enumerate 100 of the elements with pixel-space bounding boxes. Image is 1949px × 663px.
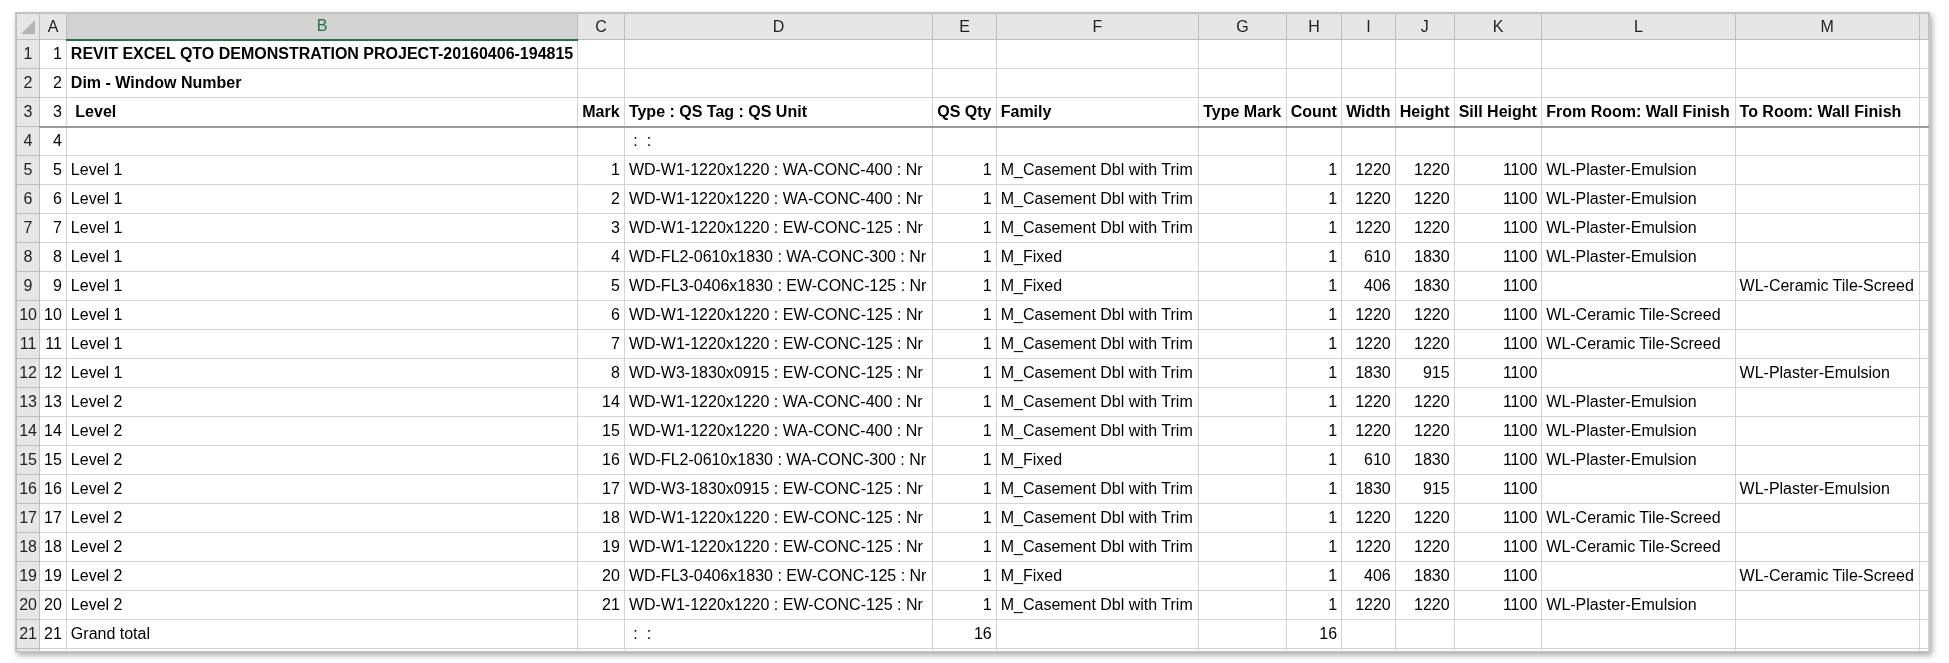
table-cell: 1220 <box>1395 213 1455 243</box>
table-cell: 15 <box>577 416 625 446</box>
row-header[interactable]: 12 <box>16 358 40 388</box>
table-cell: 1 <box>1286 387 1342 417</box>
column-header[interactable]: C <box>577 13 625 40</box>
table-cell: WL-Plaster-Emulsion <box>1735 358 1920 388</box>
select-all-icon[interactable] <box>21 19 36 34</box>
table-cell: 1220 <box>1341 184 1396 214</box>
table-cell: 3 <box>39 97 67 127</box>
table-cell: 915 <box>1395 358 1455 388</box>
table-cell: WD-FL3-0406x1830 : EW-CONC-125 : Nr <box>624 561 933 591</box>
row-header[interactable]: 15 <box>16 445 40 475</box>
row-header[interactable]: 14 <box>16 416 40 446</box>
table-cell: 1220 <box>1341 590 1396 620</box>
row-header[interactable]: 19 <box>16 561 40 591</box>
table-cell: 8 <box>39 242 67 272</box>
column-header[interactable]: A <box>39 13 67 40</box>
row-header[interactable]: 21 <box>16 619 40 649</box>
table-cell: 1100 <box>1454 474 1542 504</box>
table-cell: 1830 <box>1341 474 1396 504</box>
column-header[interactable]: D <box>624 13 933 40</box>
row-header[interactable]: 11 <box>16 329 40 359</box>
column-header[interactable]: I <box>1341 13 1396 40</box>
table-cell: 1830 <box>1395 561 1455 591</box>
table-cell: 1100 <box>1454 300 1542 330</box>
table-cell: 1 <box>1286 184 1342 214</box>
table-cell: 1 <box>932 155 997 185</box>
table-cell: 18 <box>577 503 625 533</box>
table-cell: REVIT EXCEL QTO DEMONSTRATION PROJECT-20160406-194815 <box>66 39 578 69</box>
table-cell: 406 <box>1341 561 1396 591</box>
table-cell: 2 <box>39 68 67 98</box>
table-cell: WD-W1-1220x1220 : EW-CONC-125 : Nr <box>624 532 933 562</box>
row-header[interactable]: 4 <box>16 126 40 156</box>
table-cell: 1 <box>1286 213 1342 243</box>
row-header[interactable]: 13 <box>16 387 40 417</box>
table-cell: M_Casement Dbl with Trim <box>996 300 1199 330</box>
table-cell: 1100 <box>1454 445 1542 475</box>
row-header[interactable]: 3 <box>16 97 40 127</box>
table-cell: M_Casement Dbl with Trim <box>996 474 1199 504</box>
table-cell: 1 <box>932 532 997 562</box>
table-cell: 1 <box>1286 242 1342 272</box>
table-cell: WL-Plaster-Emulsion <box>1541 242 1736 272</box>
table-cell: WD-W1-1220x1220 : EW-CONC-125 : Nr <box>624 329 933 359</box>
row-header[interactable]: 1 <box>16 39 40 69</box>
row-header[interactable]: 6 <box>16 184 40 214</box>
row-header[interactable]: 18 <box>16 532 40 562</box>
table-cell: Level 2 <box>66 532 578 562</box>
table-cell: 17 <box>39 503 67 533</box>
table-cell: WD-W3-1830x0915 : EW-CONC-125 : Nr <box>624 474 933 504</box>
table-cell: WD-W1-1220x1220 : EW-CONC-125 : Nr <box>624 213 933 243</box>
column-header[interactable]: J <box>1395 13 1455 40</box>
table-cell: 1100 <box>1454 155 1542 185</box>
table-cell: 1100 <box>1454 213 1542 243</box>
table-cell: 19 <box>577 532 625 562</box>
row-header[interactable]: 17 <box>16 503 40 533</box>
row-header[interactable]: 20 <box>16 590 40 620</box>
row-header[interactable]: 10 <box>16 300 40 330</box>
table-cell: 17 <box>577 474 625 504</box>
table-cell: 610 <box>1341 242 1396 272</box>
table-cell: M_Casement Dbl with Trim <box>996 416 1199 446</box>
table-cell: 1100 <box>1454 590 1542 620</box>
row-header[interactable]: 8 <box>16 242 40 272</box>
table-cell: 5 <box>39 155 67 185</box>
column-header[interactable]: M <box>1735 13 1920 40</box>
table-cell: : : <box>624 619 933 649</box>
row-header[interactable]: 2 <box>16 68 40 98</box>
table-cell: 1 <box>1286 503 1342 533</box>
table-cell: 1 <box>1286 590 1342 620</box>
table-cell: 18 <box>39 532 67 562</box>
table-cell: 1 <box>1286 358 1342 388</box>
table-cell: M_Casement Dbl with Trim <box>996 184 1199 214</box>
column-header[interactable]: H <box>1286 13 1342 40</box>
table-cell: 915 <box>1395 474 1455 504</box>
table-cell: WL-Plaster-Emulsion <box>1541 213 1736 243</box>
row-header[interactable]: 5 <box>16 155 40 185</box>
column-header[interactable]: E <box>932 13 997 40</box>
table-cell: 6 <box>39 184 67 214</box>
column-header[interactable]: G <box>1198 13 1287 40</box>
row-header[interactable]: 9 <box>16 271 40 301</box>
table-cell: 16 <box>1286 619 1342 649</box>
table-cell: 1 <box>932 387 997 417</box>
table-cell: 1100 <box>1454 184 1542 214</box>
table-cell: Level 1 <box>66 300 578 330</box>
table-cell: 1830 <box>1395 445 1455 475</box>
table-cell: Level 2 <box>66 474 578 504</box>
row-header[interactable]: 16 <box>16 474 40 504</box>
column-header[interactable]: L <box>1541 13 1736 40</box>
column-header[interactable]: K <box>1454 13 1542 40</box>
table-cell: 21 <box>39 619 67 649</box>
table-cell: 13 <box>39 387 67 417</box>
table-cell: M_Casement Dbl with Trim <box>996 503 1199 533</box>
column-header[interactable]: F <box>996 13 1199 40</box>
row-header[interactable]: 7 <box>16 213 40 243</box>
table-cell: M_Fixed <box>996 445 1199 475</box>
column-header[interactable]: B <box>66 13 578 40</box>
table-cell: 1 <box>932 242 997 272</box>
table-cell: 3 <box>577 213 625 243</box>
table-cell: 15 <box>39 445 67 475</box>
table-cell: 4 <box>39 126 67 156</box>
table-cell: 1830 <box>1395 242 1455 272</box>
